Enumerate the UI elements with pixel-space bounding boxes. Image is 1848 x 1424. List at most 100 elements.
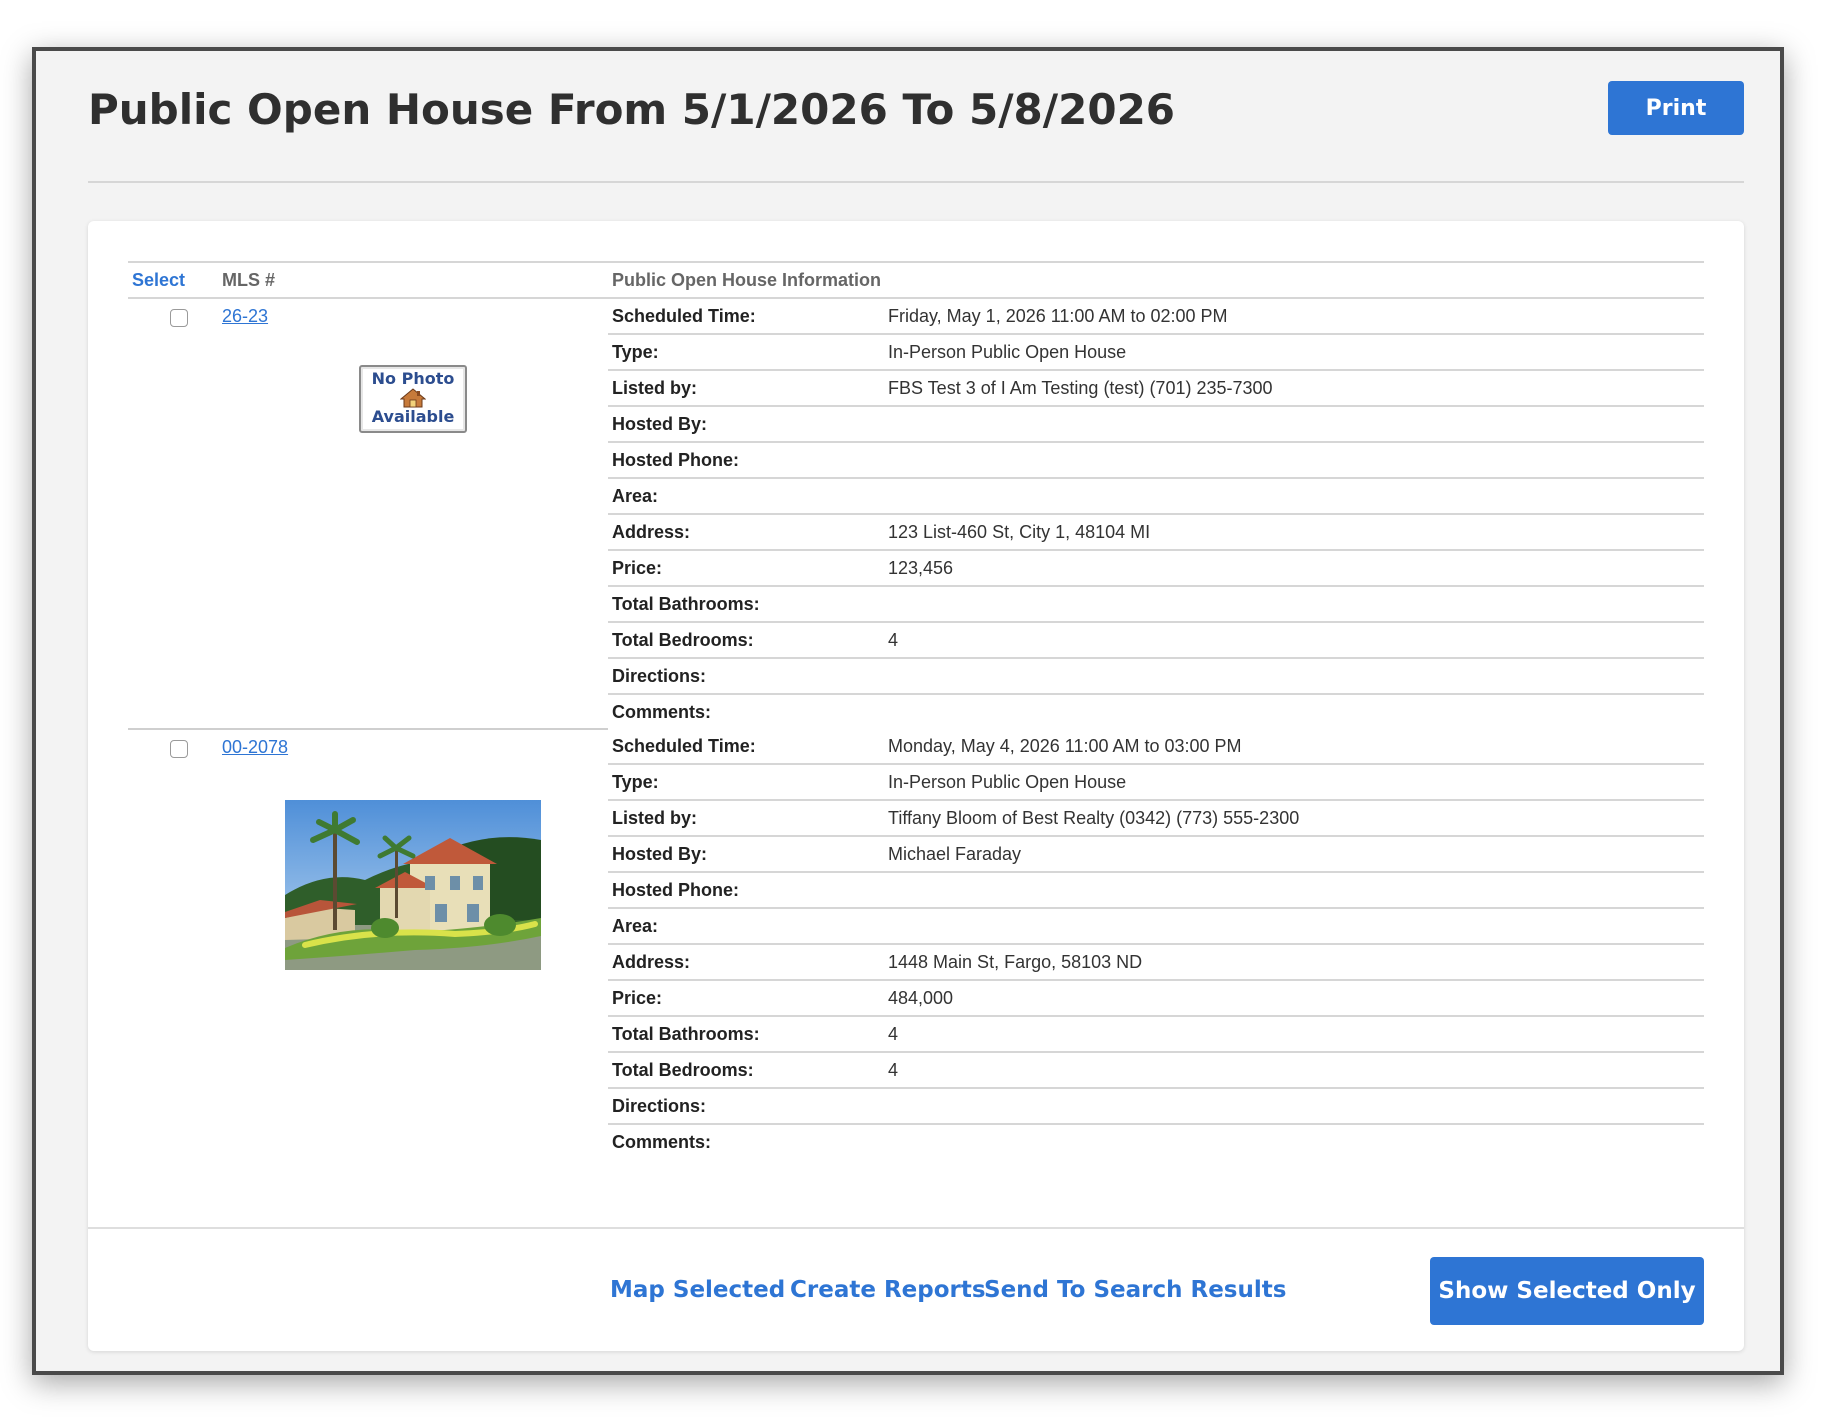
page-title: Public Open House From 5/1/2026 To 5/8/2… — [88, 85, 1176, 134]
listing-body: 26-23 No Photo Available Scheduled Time: Fri… — [128, 298, 1704, 1159]
mls-cell: 00-2078 — [218, 729, 608, 1159]
mls-cell: 26-23 No Photo Available — [218, 298, 608, 730]
info-label: Total Bedrooms: — [608, 1052, 884, 1089]
select-column-header[interactable]: Select — [128, 261, 218, 299]
info-row: Total Bathrooms: — [608, 586, 1704, 623]
page-header: Public Open House From 5/1/2026 To 5/8/2… — [88, 81, 1744, 183]
info-value: Monday, May 4, 2026 11:00 AM to 03:00 PM — [884, 729, 1704, 765]
info-label: Price: — [608, 980, 884, 1017]
no-photo-text-bottom: Available — [371, 407, 455, 426]
print-button[interactable]: Print — [1608, 81, 1744, 135]
info-label: Hosted Phone: — [608, 442, 884, 479]
listing-row: 26-23 No Photo Available Scheduled Time: Fri… — [128, 298, 1704, 730]
open-house-window: Public Open House From 5/1/2026 To 5/8/2… — [32, 47, 1784, 1375]
info-row: Scheduled Time: Friday, May 1, 2026 11:00… — [608, 299, 1704, 335]
house-icon — [400, 388, 426, 408]
info-label: Total Bedrooms: — [608, 622, 884, 659]
info-value: Michael Faraday — [884, 836, 1704, 873]
no-photo-text-top: No Photo — [371, 369, 455, 388]
create-reports-link[interactable]: Create Reports — [790, 1277, 986, 1303]
info-value: FBS Test 3 of I Am Testing (test) (701) … — [884, 370, 1704, 407]
no-photo-placeholder: No Photo Available — [359, 365, 467, 433]
info-row: Hosted By: Michael Faraday — [608, 836, 1704, 873]
info-label: Type: — [608, 334, 884, 371]
info-value — [884, 478, 1704, 515]
listing-row: 00-2078 Scheduled Time: Monday, May 4, 202… — [128, 729, 1704, 1159]
info-row: Total Bedrooms: 4 — [608, 1052, 1704, 1089]
info-row: Price: 484,000 — [608, 980, 1704, 1017]
mls-column-header: MLS # — [218, 261, 608, 299]
show-selected-only-button[interactable]: Show Selected Only — [1430, 1257, 1704, 1325]
info-row: Listed by: FBS Test 3 of I Am Testing (te… — [608, 370, 1704, 407]
info-value: 4 — [884, 622, 1704, 659]
info-label: Comments: — [612, 701, 712, 722]
info-row: Hosted Phone: — [608, 442, 1704, 479]
select-checkbox[interactable] — [170, 309, 188, 327]
info-row: Comments: — [608, 694, 1704, 729]
info-label: Area: — [608, 908, 884, 945]
info-value: 123 List-460 St, City 1, 48104 MI — [884, 514, 1704, 551]
info-label: Listed by: — [608, 800, 884, 837]
open-house-info-table: Scheduled Time: Friday, May 1, 2026 11:00… — [608, 299, 1704, 729]
info-value — [884, 872, 1704, 909]
info-row: Type: In-Person Public Open House — [608, 764, 1704, 801]
info-row: Address: 123 List-460 St, City 1, 48104 M… — [608, 514, 1704, 551]
info-label: Hosted By: — [608, 836, 884, 873]
info-row: Total Bathrooms: 4 — [608, 1016, 1704, 1053]
map-selected-link[interactable]: Map Selected — [610, 1277, 785, 1303]
info-row: Scheduled Time: Monday, May 4, 2026 11:00… — [608, 729, 1704, 765]
info-value — [884, 586, 1704, 623]
select-cell — [128, 729, 218, 1159]
info-label: Directions: — [608, 658, 884, 695]
info-value — [884, 658, 1704, 695]
info-value: Friday, May 1, 2026 11:00 AM to 02:00 PM — [884, 299, 1704, 335]
info-value: Tiffany Bloom of Best Realty (0342) (773… — [884, 800, 1704, 837]
select-checkbox[interactable] — [170, 740, 188, 758]
mls-number-link[interactable]: 00-2078 — [222, 737, 288, 758]
info-row: Hosted By: — [608, 406, 1704, 443]
info-value — [884, 1124, 1704, 1159]
info-label: Address: — [608, 514, 884, 551]
info-row: Price: 123,456 — [608, 550, 1704, 587]
listing-photo[interactable] — [285, 800, 541, 970]
results-header-row: Select MLS # Public Open House Informati… — [128, 261, 1704, 299]
info-cell: Scheduled Time: Monday, May 4, 2026 11:00… — [608, 729, 1704, 1159]
info-row: Address: 1448 Main St, Fargo, 58103 ND — [608, 944, 1704, 981]
info-value: 4 — [884, 1052, 1704, 1089]
results-table: Select MLS # Public Open House Informati… — [128, 261, 1704, 1159]
info-value: 1448 Main St, Fargo, 58103 ND — [884, 944, 1704, 981]
info-label: Total Bathrooms: — [608, 1016, 884, 1053]
info-value: 123,456 — [884, 550, 1704, 587]
mls-number-link[interactable]: 26-23 — [222, 306, 268, 327]
info-cell: Scheduled Time: Friday, May 1, 2026 11:00… — [608, 298, 1704, 729]
open-house-info-table: Scheduled Time: Monday, May 4, 2026 11:00… — [608, 729, 1704, 1159]
info-row: Area: — [608, 908, 1704, 945]
info-value — [884, 694, 1704, 729]
info-row: Directions: — [608, 658, 1704, 695]
info-row: Hosted Phone: — [608, 872, 1704, 909]
info-value: 484,000 — [884, 980, 1704, 1017]
info-row: Listed by: Tiffany Bloom of Best Realty (… — [608, 800, 1704, 837]
info-label: Type: — [608, 764, 884, 801]
info-row: Comments: — [608, 1124, 1704, 1159]
info-value — [884, 406, 1704, 443]
info-label: Hosted By: — [608, 406, 884, 443]
info-label: Price: — [608, 550, 884, 587]
action-bar: Map Selected Create Reports Send To Sear… — [88, 1227, 1744, 1351]
info-label: Total Bathrooms: — [608, 586, 884, 623]
info-value — [884, 442, 1704, 479]
send-to-search-results-link[interactable]: Send To Search Results — [984, 1277, 1286, 1303]
results-table-wrap: Select MLS # Public Open House Informati… — [128, 261, 1704, 1159]
info-column-header: Public Open House Information — [608, 261, 1704, 299]
select-cell — [128, 298, 218, 730]
info-row: Total Bedrooms: 4 — [608, 622, 1704, 659]
info-value: In-Person Public Open House — [884, 764, 1704, 801]
info-value — [884, 1088, 1704, 1125]
info-label: Scheduled Time: — [608, 299, 884, 335]
info-value: In-Person Public Open House — [884, 334, 1704, 371]
info-label: Listed by: — [608, 370, 884, 407]
info-label: Hosted Phone: — [608, 872, 884, 909]
info-value: 4 — [884, 1016, 1704, 1053]
info-label: Directions: — [608, 1088, 884, 1125]
info-label: Scheduled Time: — [608, 729, 884, 765]
